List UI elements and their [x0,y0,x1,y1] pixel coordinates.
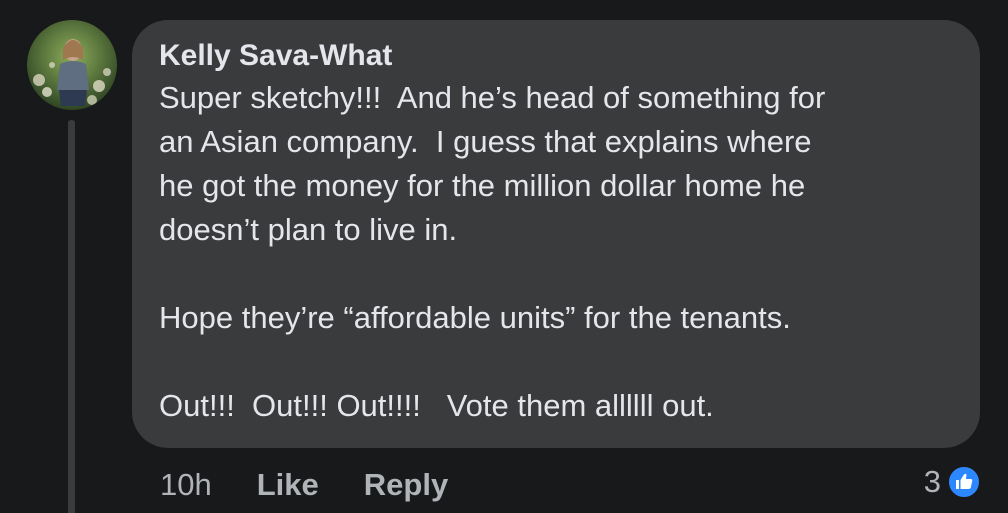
comment-text-line: an Asian company. I guess that explains … [159,124,812,159]
comment-text-line: Out!!! Out!!! Out!!!! Vote them allllll … [159,388,714,423]
thumbs-up-icon [947,465,981,499]
thread-line [68,120,75,513]
comment-view: Kelly Sava-What Super sketchy!!! And he’… [0,0,1008,513]
comment-text-line: Super sketchy!!! And he’s head of someth… [159,80,826,115]
comment-text-line: he got the money for the million dollar … [159,168,806,203]
reaction-count: 3 [923,464,941,499]
reaction-summary[interactable]: 3 [924,462,981,502]
avatar-photo [27,20,117,110]
author-name[interactable]: Kelly Sava-What [159,36,952,76]
like-button[interactable]: Like [257,467,319,503]
comment-bubble: Kelly Sava-What Super sketchy!!! And he’… [132,20,980,448]
comment-actions: 10h Like Reply [160,462,448,508]
reply-button[interactable]: Reply [364,467,448,503]
timestamp[interactable]: 10h [160,467,212,503]
comment-text-line: doesn’t plan to live in. [159,212,458,247]
avatar[interactable] [27,20,117,110]
comment-text-line: Hope they’re “affordable units” for the … [159,300,791,335]
